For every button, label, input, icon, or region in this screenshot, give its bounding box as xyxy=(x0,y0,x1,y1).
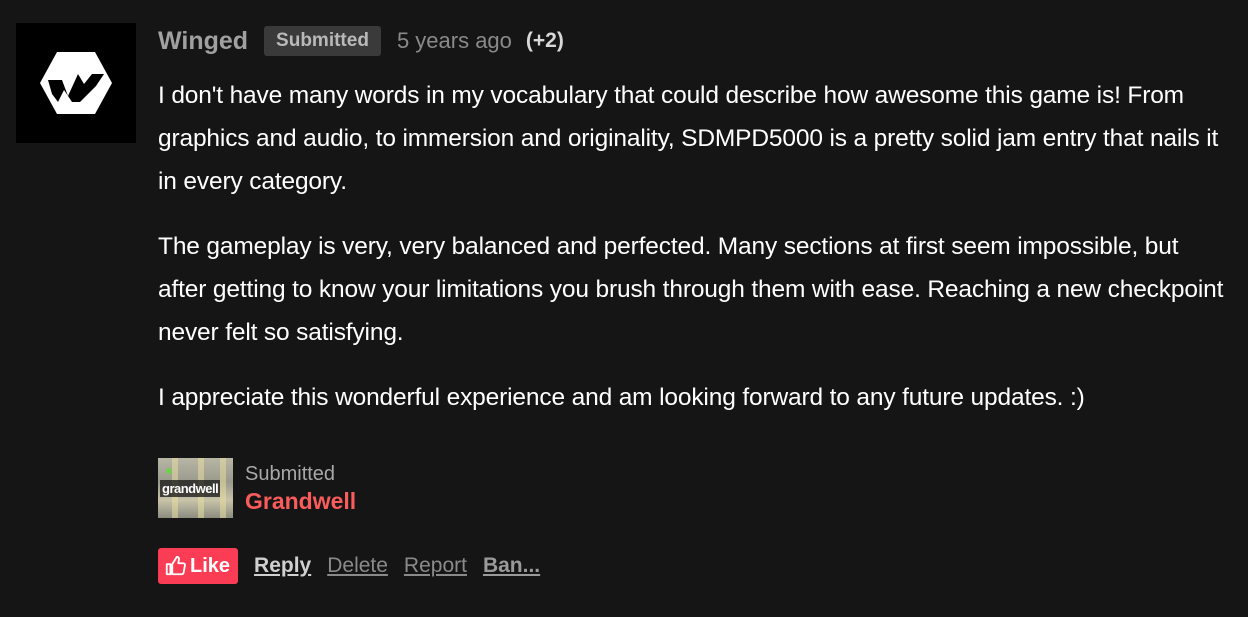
game-thumbnail[interactable]: grandwell xyxy=(158,458,233,518)
green-dot-icon xyxy=(166,468,172,474)
author-name[interactable]: Winged xyxy=(158,27,248,56)
comment: Winged Submitted 5 years ago (+2) I don'… xyxy=(0,0,1248,617)
submission-text: Submitted Grandwell xyxy=(245,462,356,516)
thumbs-up-icon xyxy=(165,555,186,576)
submission-label: Submitted xyxy=(245,463,336,485)
comment-content: Winged Submitted 5 years ago (+2) I don'… xyxy=(158,24,1228,441)
like-button[interactable]: Like xyxy=(158,548,239,584)
comment-paragraph: I appreciate this wonderful experience a… xyxy=(158,384,1085,411)
reply-link[interactable]: Reply xyxy=(254,554,311,578)
ban-link[interactable]: Ban... xyxy=(483,554,540,578)
like-label: Like xyxy=(190,554,231,577)
delete-link[interactable]: Delete xyxy=(327,554,388,578)
comment-body: I don't have many words in my vocabulary… xyxy=(158,74,1228,419)
comment-timestamp[interactable]: 5 years ago xyxy=(397,28,512,54)
submission-game-link[interactable]: Grandwell xyxy=(245,486,356,516)
comment-paragraph: The gameplay is very, very balanced and … xyxy=(158,233,1224,346)
submission-info: grandwell Submitted Grandwell xyxy=(158,458,356,518)
winged-hexagon-logo-icon xyxy=(40,52,112,114)
user-avatar[interactable] xyxy=(16,23,136,143)
comment-actions: Like Reply Delete Report Ban... xyxy=(158,548,556,584)
comment-header: Winged Submitted 5 years ago (+2) xyxy=(158,24,1228,58)
thumbnail-logo-text: grandwell xyxy=(160,480,221,497)
report-link[interactable]: Report xyxy=(404,554,467,578)
submitted-badge: Submitted xyxy=(264,26,381,56)
comment-paragraph: I don't have many words in my vocabulary… xyxy=(158,82,1219,195)
vote-count: (+2) xyxy=(525,29,564,52)
